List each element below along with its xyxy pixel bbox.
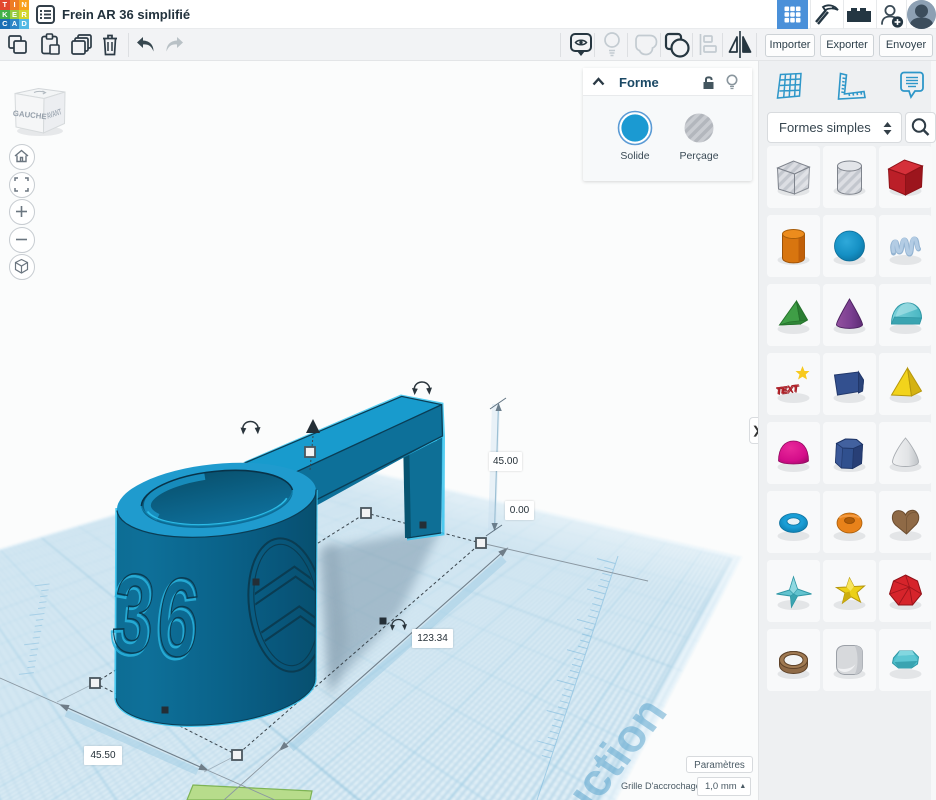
svg-text:36: 36: [108, 550, 209, 682]
